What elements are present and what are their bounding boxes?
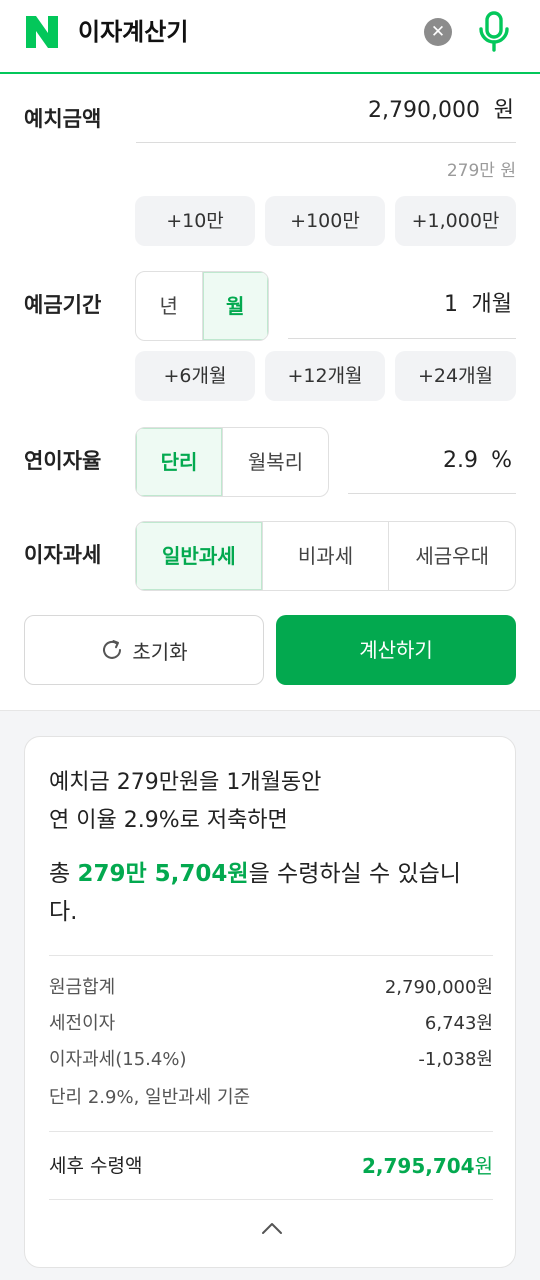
refresh-icon [103, 640, 122, 659]
deposit-hint: 279만 원 [446, 161, 516, 181]
rate-monthly-compound-option[interactable]: 월복리 [222, 428, 328, 496]
after-tax-row: 세후 수령액 2,795,704원 [49, 1151, 493, 1181]
interest-tax-value: -1,038원 [418, 1049, 493, 1070]
result-divider-bottom [49, 1199, 493, 1200]
rate-input[interactable]: 2.9 [348, 446, 478, 476]
add-100man-button[interactable]: +100만 [265, 196, 385, 246]
principal-row: 원금합계 2,790,000원 [49, 975, 493, 1001]
reset-button[interactable]: 초기화 [24, 615, 264, 685]
total-prefix: 총 [49, 861, 78, 887]
result-summary-line2: 연 이율 2.9%로 저축하면 [49, 808, 288, 833]
add-12-months-button[interactable]: +12개월 [265, 351, 385, 401]
add-24-months-button[interactable]: +24개월 [395, 351, 516, 401]
pretax-interest-label: 세전이자 [49, 1013, 116, 1034]
interest-tax-label: 이자과세(15.4%) [49, 1049, 187, 1070]
rate-simple-option[interactable]: 단리 [136, 428, 222, 496]
deposit-underline [136, 142, 516, 143]
add-1000man-button[interactable]: +1,000만 [395, 196, 516, 246]
result-total: 총 279만 5,704원을 수령하실 수 있습니다. [49, 855, 489, 931]
tax-label: 이자과세 [24, 543, 102, 567]
clear-icon[interactable]: ✕ [424, 18, 452, 46]
tax-general-option[interactable]: 일반과세 [136, 522, 262, 590]
tax-free-option[interactable]: 비과세 [261, 522, 389, 590]
calculate-button[interactable]: 계산하기 [276, 615, 516, 685]
basis-row: 단리 2.9%, 일반과세 기준 [49, 1085, 493, 1111]
rate-label: 연이자율 [24, 449, 102, 473]
rate-unit: % [491, 448, 512, 473]
after-tax-value: 2,795,704원 [362, 1151, 493, 1181]
result-card: 예치금 279만원을 1개월동안 연 이율 2.9%로 저축하면 총 279만 … [24, 736, 516, 1268]
page-title: 이자계산기 [78, 18, 189, 46]
period-underline [288, 338, 516, 339]
pretax-interest-row: 세전이자 6,743원 [49, 1011, 493, 1037]
period-label: 예금기간 [24, 293, 102, 317]
naver-logo-icon[interactable] [24, 14, 60, 50]
header: 이자계산기 ✕ [0, 0, 540, 74]
rate-underline [348, 493, 516, 494]
add-6-months-button[interactable]: +6개월 [135, 351, 255, 401]
principal-value: 2,790,000원 [384, 977, 493, 998]
deposit-label: 예치금액 [24, 107, 102, 131]
interest-tax-row: 이자과세(15.4%) -1,038원 [49, 1047, 493, 1073]
principal-label: 원금합계 [49, 977, 116, 998]
pretax-interest-value: 6,743원 [424, 1013, 493, 1034]
tax-preferential-option[interactable]: 세금우대 [388, 522, 515, 590]
chevron-up-icon[interactable] [261, 1221, 283, 1235]
rate-type-toggle: 단리 월복리 [135, 427, 329, 497]
after-tax-label: 세후 수령액 [49, 1155, 143, 1177]
reset-label: 초기화 [132, 639, 188, 664]
after-tax-unit: 원 [474, 1154, 493, 1178]
total-amount: 279만 5,704원 [77, 861, 249, 887]
period-unit: 개월 [471, 292, 512, 317]
after-tax-amount: 2,795,704 [361, 1154, 475, 1178]
mic-icon[interactable] [476, 10, 512, 54]
basis-note: 단리 2.9%, 일반과세 기준 [49, 1087, 251, 1108]
period-year-option[interactable]: 년 [136, 272, 202, 340]
period-month-option[interactable]: 월 [201, 272, 268, 340]
period-input[interactable]: 1 [288, 290, 458, 320]
add-10man-button[interactable]: +10만 [135, 196, 255, 246]
result-summary-line1: 예치금 279만원을 1개월동안 [49, 770, 322, 795]
deposit-amount-input[interactable]: 2,790,000 [136, 96, 480, 126]
period-unit-toggle: 년 월 [135, 271, 269, 341]
result-divider-mid [49, 1131, 493, 1132]
deposit-unit: 원 [493, 98, 514, 123]
tax-type-toggle: 일반과세 비과세 세금우대 [135, 521, 516, 591]
result-divider-top [49, 955, 493, 956]
